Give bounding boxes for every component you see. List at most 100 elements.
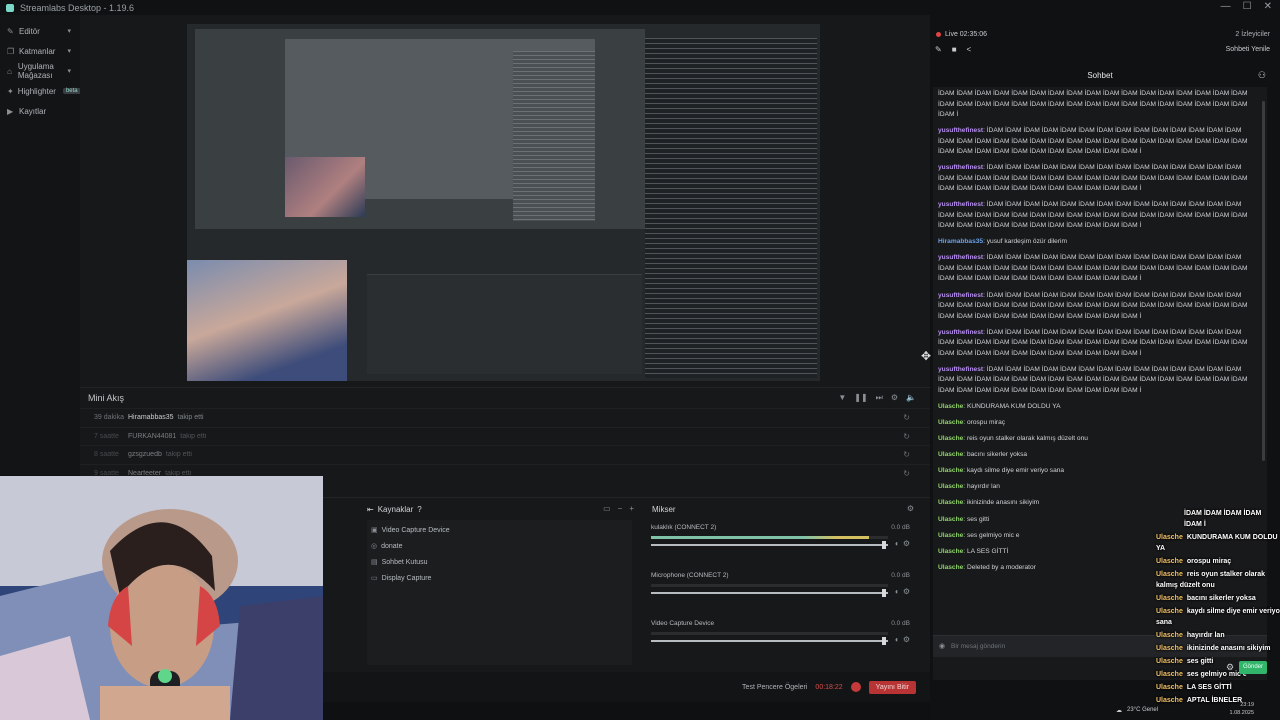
add-source-icon[interactable]: + [629, 504, 634, 513]
chat-username[interactable]: Ulasche [938, 467, 963, 474]
volume-fader[interactable] [651, 544, 888, 546]
overlay-chat-username: Ulasche [1156, 608, 1183, 615]
chat-username[interactable]: yusufthefinest [938, 254, 983, 261]
volume-fader[interactable] [651, 640, 888, 642]
chat-username[interactable]: Ulasche [938, 564, 963, 571]
volume-fader[interactable] [651, 592, 888, 594]
source-item[interactable]: ▣ Video Capture Device [367, 522, 632, 538]
user-list-icon[interactable]: ⚇ [1258, 70, 1266, 81]
source-label: Sohbet Kutusu [381, 558, 428, 566]
volume-fader-knob[interactable] [882, 637, 886, 645]
chat-username[interactable]: Ulasche [938, 483, 963, 490]
chat-message: yusufthefinest: İDAM İDAM İDAM İDAM İDAM… [938, 253, 1249, 285]
chat-username[interactable]: yusufthefinest [938, 329, 983, 336]
feed-action: takip etti [165, 451, 192, 459]
mute-icon[interactable]: ◖ [894, 635, 899, 644]
share-icon[interactable]: < [967, 45, 972, 54]
settings-icon[interactable]: ⚙ [907, 504, 914, 513]
test-widgets-button[interactable]: Test Pencere Ögeleri [742, 684, 807, 691]
feed-row: 39 dakika Hiramabbas35 takip etti ↻ [80, 408, 930, 427]
chat-text: : bacını sikerler yoksa [963, 451, 1028, 459]
record-button[interactable] [850, 682, 861, 692]
chat-username[interactable]: Ulasche [938, 499, 963, 506]
chat-username[interactable]: yusufthefinest [938, 201, 983, 208]
mute-icon[interactable]: ◖ [894, 587, 899, 596]
folder-icon[interactable]: ▭ [603, 504, 611, 513]
edit-icon[interactable]: ✎ [935, 45, 942, 54]
stream-timer: 00:18:22 [815, 683, 843, 691]
remove-source-icon[interactable]: − [618, 504, 623, 513]
volume-fader-knob[interactable] [882, 589, 886, 597]
mute-icon[interactable]: ◖ [894, 539, 899, 548]
nav-item-recordings[interactable]: ▶ Kayıtlar [0, 101, 80, 121]
overlay-chat-text: orospu miraç [1186, 558, 1232, 565]
sources-collapse-icon[interactable]: ⇤ [367, 505, 374, 514]
chat-text: İDAM İDAM İDAM İDAM İDAM İDAM İDAM İDAM … [938, 90, 1248, 118]
pause-icon[interactable]: ❚❚ [854, 393, 867, 403]
chat-username[interactable]: yusufthefinest [938, 292, 983, 299]
overlay-chat-username: Ulasche [1156, 671, 1183, 678]
mixer-channel-label: kulaklık (CONNECT 2) [651, 524, 717, 531]
chat-username[interactable]: Ulasche [938, 516, 963, 523]
refresh-chat-button[interactable]: Sohbeti Yenile [1226, 46, 1270, 53]
settings-icon[interactable]: ⚙ [891, 393, 898, 403]
replay-icon[interactable]: ↻ [903, 413, 910, 422]
end-stream-button[interactable]: Yayını Bitir [868, 680, 916, 694]
nav-item-editor[interactable]: ✎ Editör ▾ [0, 21, 80, 41]
feed-time: 8 saatte [94, 451, 119, 459]
chat-username[interactable]: Ulasche [938, 451, 963, 458]
chat-username[interactable]: yusufthefinest [938, 366, 983, 373]
replay-icon[interactable]: ↻ [903, 469, 910, 478]
preview-nested-webcam [285, 157, 365, 217]
mixer-title: Mikser [652, 504, 676, 514]
help-icon[interactable]: ? [417, 505, 421, 514]
volume-icon[interactable]: 🔈 [906, 393, 916, 403]
chat-username[interactable]: Ulasche [938, 403, 963, 410]
nav-item-layers[interactable]: ❐ Katmanlar ▾ [0, 41, 80, 61]
chat-username[interactable]: Ulasche [938, 548, 963, 555]
skip-icon[interactable]: ⏭ [876, 393, 883, 403]
nav-item-highlighter[interactable]: ✦ Highlighter beta [0, 81, 81, 101]
feed-action: takip etti [180, 432, 207, 440]
settings-icon[interactable]: ⚙ [903, 539, 910, 548]
chat-text: : İDAM İDAM İDAM İDAM İDAM İDAM İDAM İDA… [938, 291, 1248, 320]
source-item[interactable]: ▤ Sohbet Kutusu [367, 554, 632, 570]
chat-username[interactable]: Ulasche [938, 435, 963, 442]
emote-icon[interactable]: ◉ [939, 642, 945, 650]
source-item[interactable]: ▭ Display Capture [367, 570, 632, 586]
streamlabs-logo-icon [6, 3, 14, 12]
camera-icon[interactable]: ■ [952, 45, 957, 54]
chat-message: Ulasche: KUNDURAMA KUM DOLDU YA [938, 402, 1249, 413]
chat-message: Ulasche: bacını sikerler yoksa [938, 450, 1249, 461]
settings-icon[interactable]: ⚙ [903, 587, 910, 596]
replay-icon[interactable]: ↻ [903, 450, 910, 459]
close-button[interactable]: ✕ [1264, 1, 1272, 12]
stream-preview[interactable] [187, 24, 820, 381]
chat-username[interactable]: Ulasche [938, 419, 963, 426]
chat-title: Sohbet [1087, 71, 1113, 80]
replay-icon[interactable]: ↻ [903, 432, 910, 441]
source-item[interactable]: ◎ donate [367, 538, 632, 554]
filter-icon[interactable]: ▼ [838, 393, 846, 403]
mixer-channel: kulaklık (CONNECT 2) 0.0 dB ◖ ⚙ [650, 520, 910, 568]
volume-fader-knob[interactable] [882, 541, 886, 549]
overlay-chat-message: Ulasche LA SES GİTTİ [1156, 682, 1280, 693]
viewer-count: 2 İzleyiciler [1235, 31, 1270, 38]
chat-icon: ▤ [371, 559, 378, 566]
chat-scrollbar[interactable] [1262, 101, 1265, 461]
chat-username[interactable]: Ulasche [938, 532, 963, 539]
minimize-button[interactable]: — [1221, 1, 1231, 12]
nav-item-app-store[interactable]: ⌂ Uygulama Mağazası ▾ [0, 61, 80, 81]
chat-username[interactable]: Hiramabbas35 [938, 238, 983, 245]
chat-username[interactable]: yusufthefinest [938, 164, 983, 171]
send-button[interactable]: Gönder [1239, 661, 1267, 674]
overlay-chat-username: Ulasche [1156, 558, 1183, 565]
volume-meter [651, 536, 888, 539]
settings-icon[interactable]: ⚙ [903, 635, 910, 644]
overlay-chat-message: Ulasche bacını sikerler yoksa [1156, 593, 1280, 604]
chat-settings-icon[interactable]: ⚙ [1226, 662, 1234, 673]
chat-username[interactable]: yusufthefinest [938, 127, 983, 134]
maximize-button[interactable]: ☐ [1243, 1, 1252, 12]
mixer-channel-controls: ◖ ⚙ [894, 635, 910, 644]
feed-time: 39 dakika [94, 414, 124, 422]
